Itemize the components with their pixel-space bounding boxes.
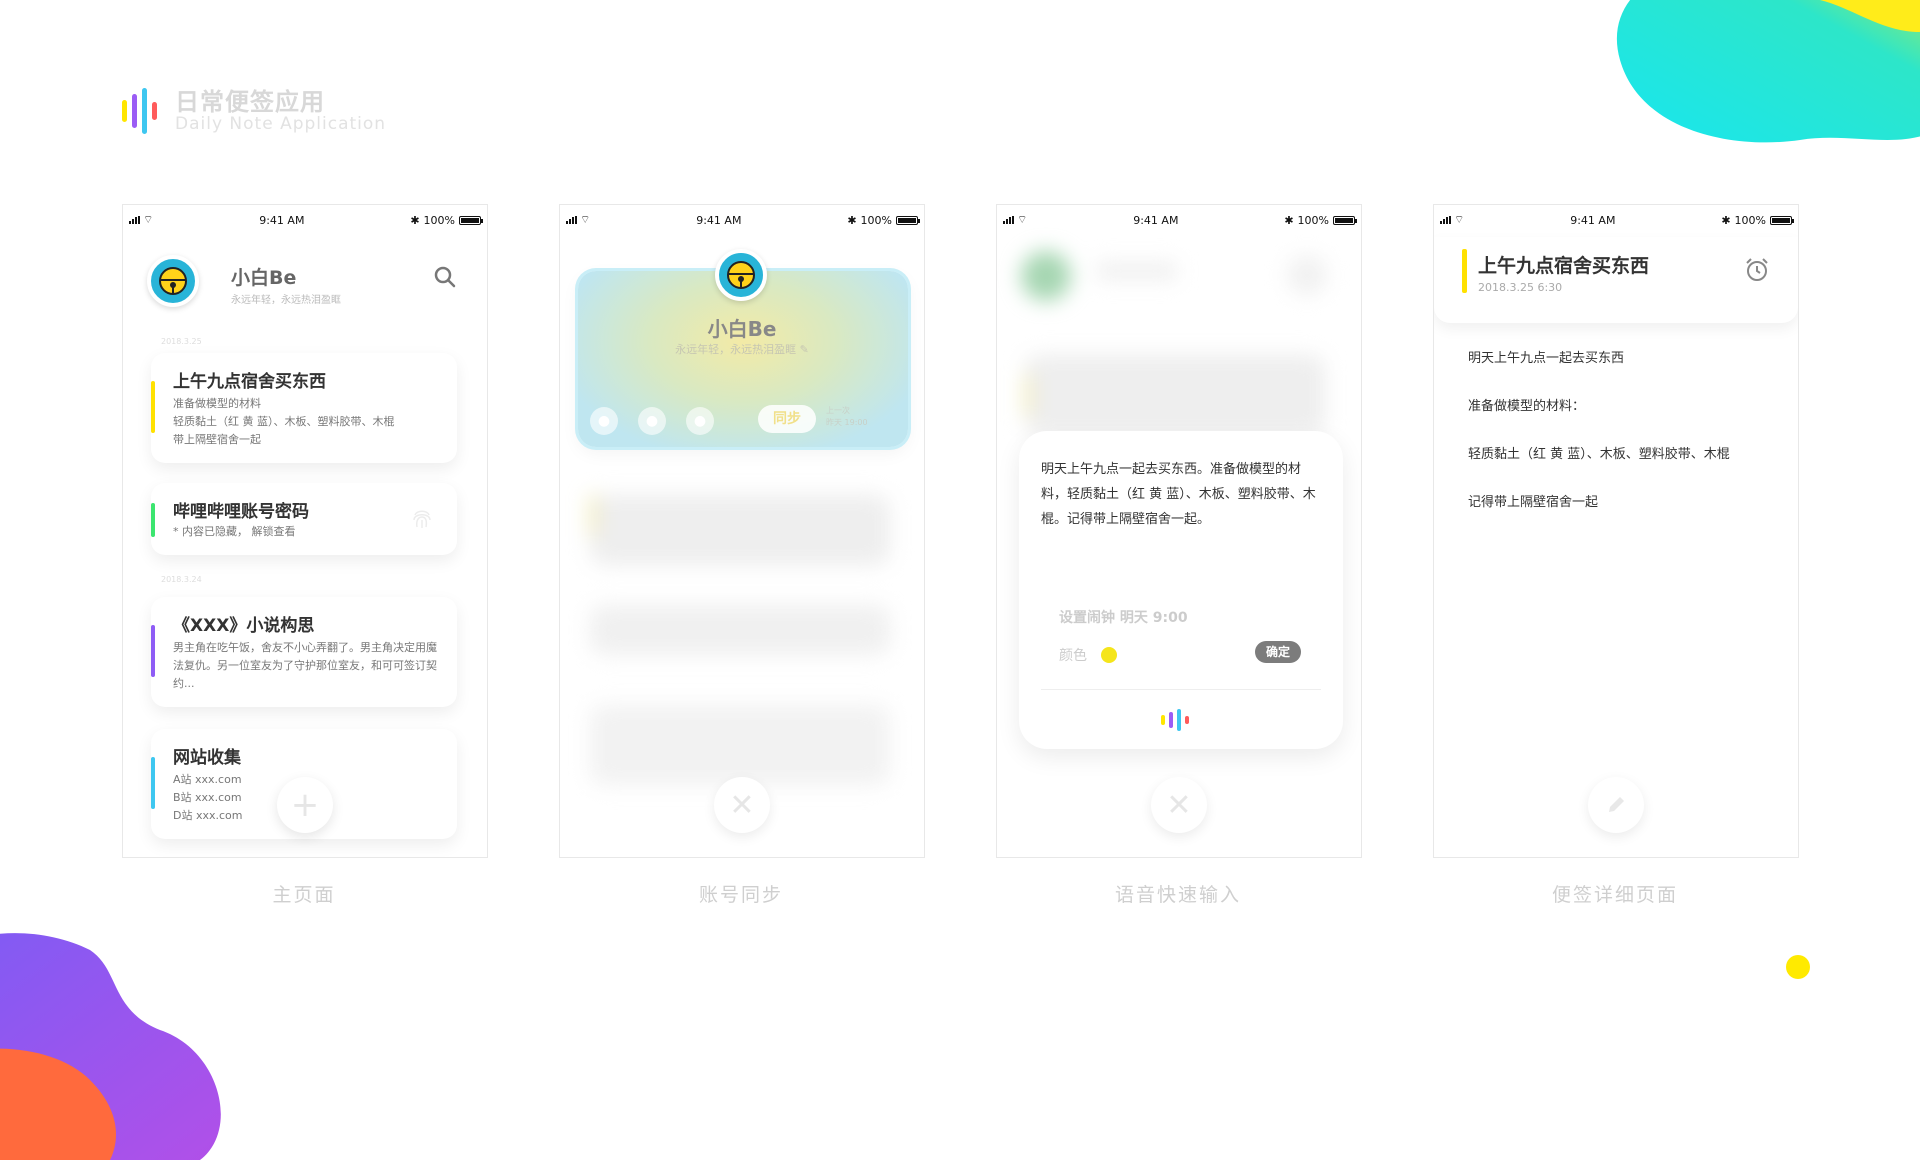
battery-text: 100% [423,213,455,227]
brand-title: 日常便签应用 [175,88,325,116]
status-time: 9:41 AM [259,213,305,227]
decorative-blob-top-right [1616,0,1920,143]
qq-icon[interactable]: ● [638,407,666,435]
note-color-bar [151,503,155,537]
detail-paragraph: 记得带上隔壁宿舍一起 [1468,495,1599,510]
avatar[interactable] [147,255,199,307]
note-body: * 内容已隐藏， 解锁查看 [173,523,445,541]
detail-header: 上午九点宿舍买东西 2018.3.25 6:30 [1434,237,1798,323]
close-button[interactable]: ✕ [1151,777,1207,833]
add-note-button[interactable]: + [277,777,333,833]
phone-detail: ⌔ 9:41 AM ✱ 100% 上午九点宿舍买东西 2018.3.25 6:30… [1433,204,1799,858]
voice-transcript[interactable]: 明天上午九点一起去买东西。准备做模型的材料，轻质黏土（红 黄 蓝）、木板、塑料胶… [1041,457,1325,532]
last-sync-label: 上一次 [826,406,850,415]
voice-wave-icon[interactable] [1161,709,1189,731]
brand-header: 日常便签应用 Daily Note Application [122,88,386,134]
divider [1041,689,1321,690]
brand-subtitle: Daily Note Application [175,114,387,134]
signal-icon [129,216,140,224]
detail-paragraph: 明天上午九点一起去买东西 [1468,351,1625,366]
date-label: 2018.3.24 [161,575,202,584]
close-button[interactable]: ✕ [714,777,770,833]
user-name: 小白Be [707,317,777,341]
alarm-setting[interactable]: 设置闹钟 明天 9:00 [1059,607,1188,627]
social-icons: ● ● ● [590,407,714,435]
status-bar: ⌔ 9:41 AM ✱ 100% [1434,211,1798,229]
decorative-blob-bottom-left [0,933,221,1160]
color-label: 颜色 [1059,648,1087,664]
note-body: 男主角在吃午饭，舍友不小心弄翻了。男主角决定用魔法复仇。另一位室友为了守护那位室… [173,641,437,690]
note-color-bar [151,625,155,677]
note-color-bar [1462,249,1467,293]
bell-avatar-icon [727,261,755,289]
user-name: 小白Be [231,267,297,289]
note-title: 网站收集 [173,748,241,768]
note-color-bar [151,757,155,809]
screen-caption: 账号同步 [698,884,783,906]
signal-icon [1440,216,1451,224]
color-setting[interactable]: 颜色 [1059,645,1117,665]
screen-caption: 便签详细页面 [1551,884,1678,906]
edit-icon[interactable]: ✎ [800,343,809,356]
bluetooth-icon: ✱ [1721,213,1731,227]
battery-icon [1769,215,1794,225]
detail-date: 2018.3.25 6:30 [1478,281,1563,294]
last-sync-info: 上一次 昨天 19:00 [826,405,868,429]
note-card[interactable]: 《XXX》小说构思 男主角在吃午饭，舍友不小心弄翻了。男主角决定用魔法复仇。另一… [151,597,457,707]
avatar[interactable] [715,249,767,301]
fingerprint-icon[interactable] [411,507,433,535]
note-color-bar [151,381,155,433]
note-title: 哔哩哔哩账号密码 [173,502,309,522]
sync-button[interactable]: 同步 [758,405,816,433]
wechat-icon[interactable]: ● [590,407,618,435]
phone-home: ⌔ 9:41 AM ✱ 100% 小白Be 永远年轻，永远热泪盈眶 2018.3.… [122,204,488,858]
search-icon[interactable] [433,265,457,293]
date-label: 2018.3.25 [161,337,202,346]
edit-button[interactable] [1588,777,1644,833]
alarm-value: 明天 9:00 [1119,610,1188,626]
screen-caption: 主页面 [272,884,336,906]
alarm-clock-icon[interactable] [1744,257,1770,287]
phone-sync: ⌔ 9:41 AM ✱ 100% 小白Be 永远年轻，永远热泪盈眶 ✎ ● ● ●… [559,204,925,858]
note-line: * 内容已隐藏， 解锁查看 [173,525,296,538]
confirm-button[interactable]: 确定 [1255,641,1301,663]
color-swatch[interactable] [1101,647,1117,663]
alarm-label: 设置闹钟 [1059,610,1115,626]
user-motto-text: 永远年轻，永远热泪盈眶 [675,343,797,356]
brand-logo-icon [122,88,157,134]
profile-header: 小白Be 永远年轻，永远热泪盈眶 [147,251,467,313]
battery-text: 100% [1734,213,1766,227]
detail-content[interactable]: 明天上午九点一起去买东西 准备做模型的材料： 轻质黏土（红 黄 蓝）、木板、塑料… [1468,347,1768,539]
status-bar: ⌔ 9:41 AM ✱ 100% [123,211,487,229]
user-motto: 永远年轻，永远热泪盈眶 ✎ [560,341,924,357]
decorative-dot [1786,955,1810,979]
note-line: 准备做模型的材料 [173,397,261,410]
screen-caption: 语音快速输入 [1114,884,1241,906]
last-sync-time: 昨天 19:00 [826,418,868,427]
bell-avatar-icon [159,267,187,295]
pencil-icon [1609,797,1624,812]
battery-icon [458,215,483,225]
detail-paragraph: 准备做模型的材料： [1468,399,1586,414]
note-title: 《XXX》小说构思 [173,616,315,636]
status-time: 9:41 AM [1570,213,1616,227]
note-line: 带上隔壁宿舍一起 [173,433,261,446]
note-body: 准备做模型的材料 轻质黏土（红 黄 蓝）、木板、塑料胶带、木棍 带上隔壁宿舍一起 [173,395,445,449]
wifi-icon: ⌔ [143,213,154,226]
user-motto: 永远年轻，永远热泪盈眶 [231,295,341,306]
detail-paragraph: 轻质黏土（红 黄 蓝）、木板、塑料胶带、木棍 [1468,447,1730,462]
detail-title: 上午九点宿舍买东西 [1478,255,1650,277]
weibo-icon[interactable]: ● [686,407,714,435]
note-card[interactable]: 哔哩哔哩账号密码 * 内容已隐藏， 解锁查看 [151,483,457,555]
wifi-icon: ⌔ [1454,213,1465,226]
note-card[interactable]: 上午九点宿舍买东西 准备做模型的材料 轻质黏土（红 黄 蓝）、木板、塑料胶带、木… [151,353,457,463]
note-line: 轻质黏土（红 黄 蓝）、木板、塑料胶带、木棍 [173,415,395,428]
bluetooth-icon: ✱ [410,213,420,227]
phone-voice: ⌔ 9:41 AM ✱ 100% 明天上午九点一起去买东西。准备做模型的材料，轻质… [996,204,1362,858]
voice-input-card: 明天上午九点一起去买东西。准备做模型的材料，轻质黏土（红 黄 蓝）、木板、塑料胶… [1019,431,1343,749]
note-title: 上午九点宿舍买东西 [173,372,326,392]
